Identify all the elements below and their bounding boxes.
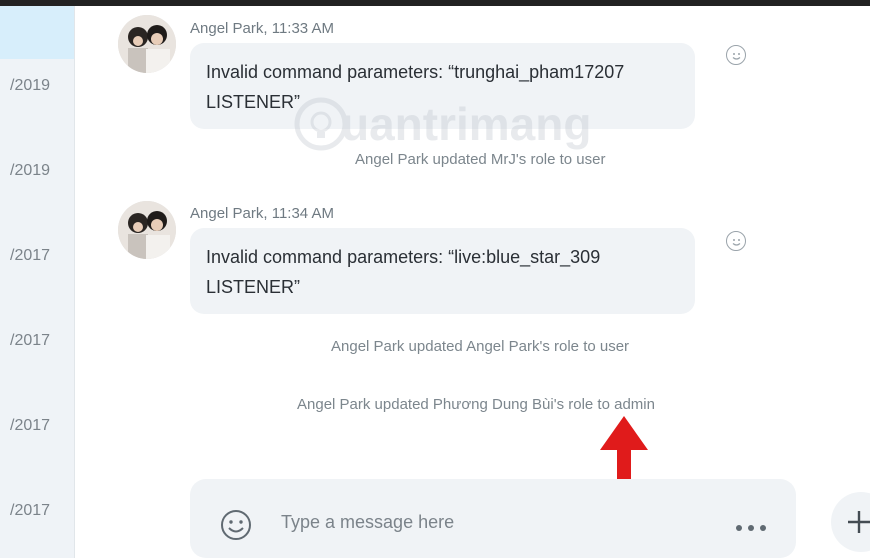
add-button[interactable] — [831, 492, 870, 552]
window-top-border — [0, 0, 870, 6]
add-reaction-smiley-icon[interactable] — [726, 45, 746, 65]
message-text: Invalid command parameters: “live:blue_s… — [206, 247, 601, 297]
watermark-text: uantrimang — [341, 98, 592, 150]
message-bubble[interactable]: Invalid command parameters: “live:blue_s… — [190, 228, 695, 314]
chat-date[interactable]: /2019 — [10, 162, 50, 180]
plus-icon — [848, 511, 870, 533]
sidebar: /2019 /2019 /2017 /2017 /2017 /2017 — [0, 6, 75, 558]
chat-date[interactable]: /2017 — [10, 247, 50, 265]
chat-date[interactable]: /2019 — [10, 77, 50, 95]
selected-chat-item[interactable] — [0, 6, 74, 59]
system-message: Angel Park updated MrJ's role to user — [355, 151, 606, 168]
chat-date[interactable]: /2017 — [10, 417, 50, 435]
chat-date[interactable]: /2017 — [10, 502, 50, 520]
avatar[interactable] — [118, 201, 176, 259]
message-sender-time: Angel Park, 11:33 AM — [190, 20, 334, 37]
add-reaction-smiley-icon[interactable] — [726, 231, 746, 251]
emoji-picker-smiley-icon[interactable] — [220, 509, 252, 546]
message-sender-time: Angel Park, 11:34 AM — [190, 205, 334, 222]
message-composer: Type a message here — [190, 479, 796, 558]
message-input[interactable]: Type a message here — [281, 512, 454, 533]
avatar[interactable] — [118, 15, 176, 73]
system-message: Angel Park updated Angel Park's role to … — [331, 338, 630, 355]
system-message: Angel Park updated Phương Dung Bùi's rol… — [297, 396, 655, 413]
more-options-icon[interactable] — [735, 519, 771, 531]
chat-date[interactable]: /2017 — [10, 332, 50, 350]
